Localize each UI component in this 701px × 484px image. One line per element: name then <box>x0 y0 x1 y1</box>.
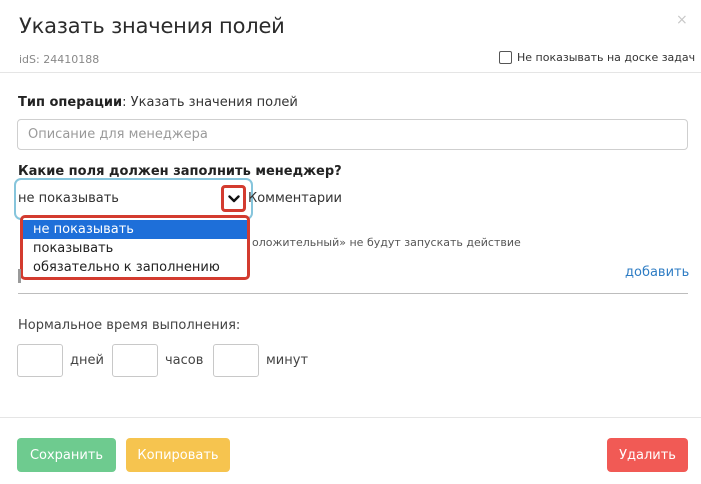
fields-question: Какие поля должен заполнить менеджер? <box>18 164 342 179</box>
visibility-options-list: не показывать показывать обязательно к з… <box>20 215 250 280</box>
dialog-title: Указать значения полей <box>19 14 285 38</box>
hide-on-board-toggle[interactable]: Не показывать на доске задач <box>499 51 695 64</box>
option-show[interactable]: показывать <box>23 239 247 258</box>
option-hide[interactable]: не показывать <box>23 220 247 239</box>
minutes-input[interactable] <box>213 344 259 377</box>
hide-on-board-label: Не показывать на доске задач <box>517 51 696 64</box>
days-input[interactable] <box>17 344 63 377</box>
operation-type: Тип операции: Указать значения полей <box>18 95 298 110</box>
normal-time-label: Нормальное время выполнения: <box>18 318 241 333</box>
save-button[interactable]: Сохранить <box>17 438 116 472</box>
manager-description-input[interactable] <box>17 119 688 150</box>
close-icon[interactable]: × <box>676 12 688 28</box>
option-required[interactable]: обязательно к заполнению <box>23 258 247 277</box>
hours-label: часов <box>165 353 204 368</box>
hint-text: оложительный» не будут запускать действи… <box>252 236 521 249</box>
footer-divider <box>0 417 701 418</box>
ids-label: idS: 24410188 <box>19 53 100 66</box>
operation-type-value: : Указать значения полей <box>122 95 298 110</box>
hours-input[interactable] <box>112 344 158 377</box>
section-divider <box>18 293 688 294</box>
dropdown-toggle-button[interactable] <box>221 185 246 212</box>
add-field-link[interactable]: добавить <box>625 265 689 280</box>
operation-type-label: Тип операции <box>18 95 123 110</box>
delete-button[interactable]: Удалить <box>607 438 688 472</box>
field-visibility-current: не показывать <box>18 191 119 206</box>
copy-button[interactable]: Копировать <box>126 438 230 472</box>
hide-on-board-checkbox[interactable] <box>499 51 512 64</box>
minutes-label: минут <box>266 353 309 368</box>
chevron-down-icon <box>227 194 240 202</box>
days-label: дней <box>70 353 104 368</box>
header-divider <box>0 72 701 73</box>
field-name-comments: Комментарии <box>248 191 342 206</box>
row-marker <box>18 269 21 283</box>
